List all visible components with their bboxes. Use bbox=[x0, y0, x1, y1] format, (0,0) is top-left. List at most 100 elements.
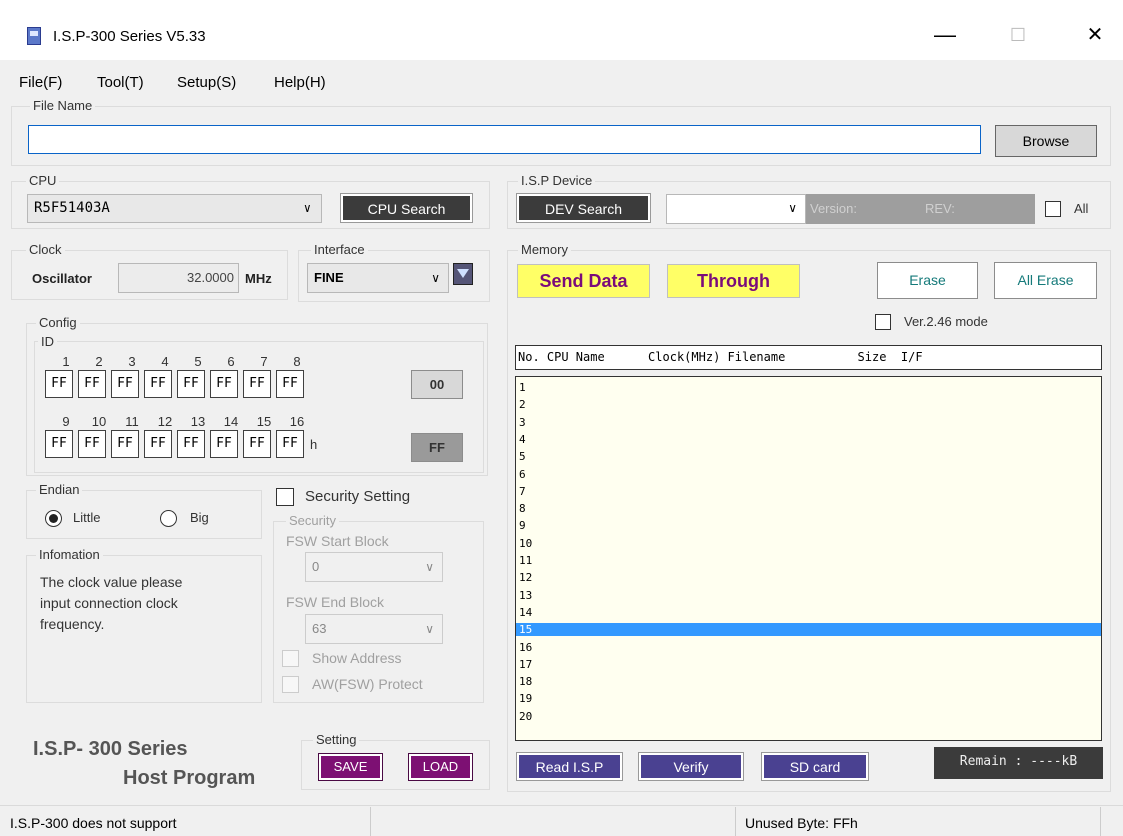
id-field-16[interactable]: FF bbox=[276, 430, 304, 458]
menu-setup[interactable]: Setup(S) bbox=[177, 74, 236, 91]
through-button[interactable]: Through bbox=[667, 264, 800, 298]
menu-tool[interactable]: Tool(T) bbox=[97, 74, 144, 91]
memory-list[interactable]: 1 2 3 4 5 6 7 8 9 10 11 12 13 14 15 16 17 18 19 20 bbox=[515, 376, 1102, 741]
interface-down-button[interactable] bbox=[453, 263, 473, 285]
send-data-button[interactable]: Send Data bbox=[517, 264, 650, 298]
id-field-15[interactable]: FF bbox=[243, 430, 271, 458]
cpu-search-button[interactable]: CPU Search bbox=[340, 193, 473, 223]
hex-suffix: h bbox=[310, 437, 318, 452]
memory-list-row[interactable]: 19 bbox=[516, 692, 1101, 705]
memory-list-row[interactable]: 5 bbox=[516, 450, 1101, 463]
id-number: 6 bbox=[227, 354, 235, 369]
id-number: 12 bbox=[157, 414, 173, 429]
read-isp-button[interactable]: Read I.S.P bbox=[516, 752, 623, 781]
memory-list-row[interactable]: 17 bbox=[516, 658, 1101, 671]
memory-list-row[interactable]: 4 bbox=[516, 433, 1101, 446]
interface-select-value: FINE bbox=[314, 270, 344, 285]
status-divider bbox=[370, 807, 371, 836]
memory-label: Memory bbox=[518, 242, 571, 257]
dev-search-button[interactable]: DEV Search bbox=[516, 193, 651, 223]
clock-value-input[interactable]: 32.0000 bbox=[118, 263, 239, 293]
id-number: 14 bbox=[223, 414, 239, 429]
aw-protect-checkbox[interactable] bbox=[282, 676, 299, 693]
fsw-start-select[interactable]: 0 ∨ bbox=[305, 552, 443, 582]
id-field-4[interactable]: FF bbox=[144, 370, 172, 398]
chevron-down-icon: ∨ bbox=[303, 201, 311, 215]
show-address-checkbox[interactable] bbox=[282, 650, 299, 667]
cpu-select[interactable]: R5F51403A ∨ bbox=[27, 194, 322, 223]
interface-select[interactable]: FINE ∨ bbox=[307, 263, 449, 293]
memory-list-row[interactable]: 11 bbox=[516, 554, 1101, 567]
id-field-5[interactable]: FF bbox=[177, 370, 205, 398]
chevron-down-icon: ∨ bbox=[425, 560, 434, 574]
maximize-button[interactable]: ☐ bbox=[998, 18, 1038, 52]
memory-list-row[interactable]: 14 bbox=[516, 606, 1101, 619]
menu-bar bbox=[0, 60, 1123, 95]
minimize-button[interactable]: — bbox=[925, 18, 965, 52]
memory-list-row[interactable]: 18 bbox=[516, 675, 1101, 688]
id-number: 4 bbox=[161, 354, 169, 369]
id-field-11[interactable]: FF bbox=[111, 430, 139, 458]
id-field-12[interactable]: FF bbox=[144, 430, 172, 458]
all-erase-button[interactable]: All Erase bbox=[994, 262, 1097, 299]
memory-list-row[interactable]: 13 bbox=[516, 589, 1101, 602]
isp-device-select[interactable]: ∨ bbox=[666, 194, 806, 224]
window-title: I.S.P-300 Series V5.33 bbox=[53, 28, 206, 45]
id-00-button[interactable]: 00 bbox=[411, 370, 463, 399]
id-field-3[interactable]: FF bbox=[111, 370, 139, 398]
security-label: Security bbox=[286, 513, 339, 528]
id-field-13[interactable]: FF bbox=[177, 430, 205, 458]
file-name-input[interactable] bbox=[28, 125, 981, 154]
memory-list-row[interactable]: 15 bbox=[516, 623, 1101, 637]
fsw-end-select[interactable]: 63 ∨ bbox=[305, 614, 443, 644]
menu-help[interactable]: Help(H) bbox=[274, 74, 326, 91]
information-line: input connection clock bbox=[40, 595, 178, 611]
rev-label: REV: bbox=[925, 201, 955, 216]
all-checkbox[interactable] bbox=[1045, 201, 1061, 217]
memory-list-row[interactable]: 3 bbox=[516, 416, 1101, 429]
memory-list-row[interactable]: 10 bbox=[516, 537, 1101, 550]
information-label: Infomation bbox=[36, 547, 103, 562]
memory-list-row[interactable]: 6 bbox=[516, 468, 1101, 481]
load-button[interactable]: LOAD bbox=[408, 753, 473, 781]
memory-list-row[interactable]: 2 bbox=[516, 398, 1101, 411]
menu-file[interactable]: File(F) bbox=[19, 74, 62, 91]
memory-list-row[interactable]: 9 bbox=[516, 519, 1101, 532]
status-divider bbox=[735, 807, 736, 836]
id-number: 15 bbox=[256, 414, 272, 429]
mhz-label: MHz bbox=[245, 271, 272, 286]
close-button[interactable]: ✕ bbox=[1075, 18, 1115, 52]
memory-list-row[interactable]: 20 bbox=[516, 710, 1101, 723]
clock-label: Clock bbox=[26, 242, 65, 257]
chevron-down-icon: ∨ bbox=[425, 622, 434, 636]
id-field-14[interactable]: FF bbox=[210, 430, 238, 458]
endian-little-radio[interactable] bbox=[45, 510, 62, 527]
sd-card-button[interactable]: SD card bbox=[761, 752, 869, 781]
browse-button[interactable]: Browse bbox=[995, 125, 1097, 157]
security-setting-checkbox[interactable] bbox=[276, 488, 294, 506]
id-field-10[interactable]: FF bbox=[78, 430, 106, 458]
memory-list-row[interactable]: 7 bbox=[516, 485, 1101, 498]
memory-list-row[interactable]: 8 bbox=[516, 502, 1101, 515]
aw-protect-label: AW(FSW) Protect bbox=[312, 676, 423, 692]
endian-big-radio[interactable] bbox=[160, 510, 177, 527]
id-ff-button[interactable]: FF bbox=[411, 433, 463, 462]
id-field-2[interactable]: FF bbox=[78, 370, 106, 398]
chevron-down-icon: ∨ bbox=[788, 201, 797, 215]
ver-mode-checkbox[interactable] bbox=[875, 314, 891, 330]
triangle-down-icon bbox=[457, 269, 469, 278]
information-line: frequency. bbox=[40, 616, 105, 632]
memory-list-row[interactable]: 12 bbox=[516, 571, 1101, 584]
endian-big-label: Big bbox=[190, 510, 209, 525]
id-field-7[interactable]: FF bbox=[243, 370, 271, 398]
save-button[interactable]: SAVE bbox=[318, 753, 383, 781]
id-field-1[interactable]: FF bbox=[45, 370, 73, 398]
erase-button[interactable]: Erase bbox=[877, 262, 978, 299]
id-field-6[interactable]: FF bbox=[210, 370, 238, 398]
memory-list-row[interactable]: 16 bbox=[516, 641, 1101, 654]
all-label: All bbox=[1074, 201, 1089, 216]
verify-button[interactable]: Verify bbox=[638, 752, 744, 781]
id-field-9[interactable]: FF bbox=[45, 430, 73, 458]
memory-list-row[interactable]: 1 bbox=[516, 381, 1101, 394]
id-field-8[interactable]: FF bbox=[276, 370, 304, 398]
